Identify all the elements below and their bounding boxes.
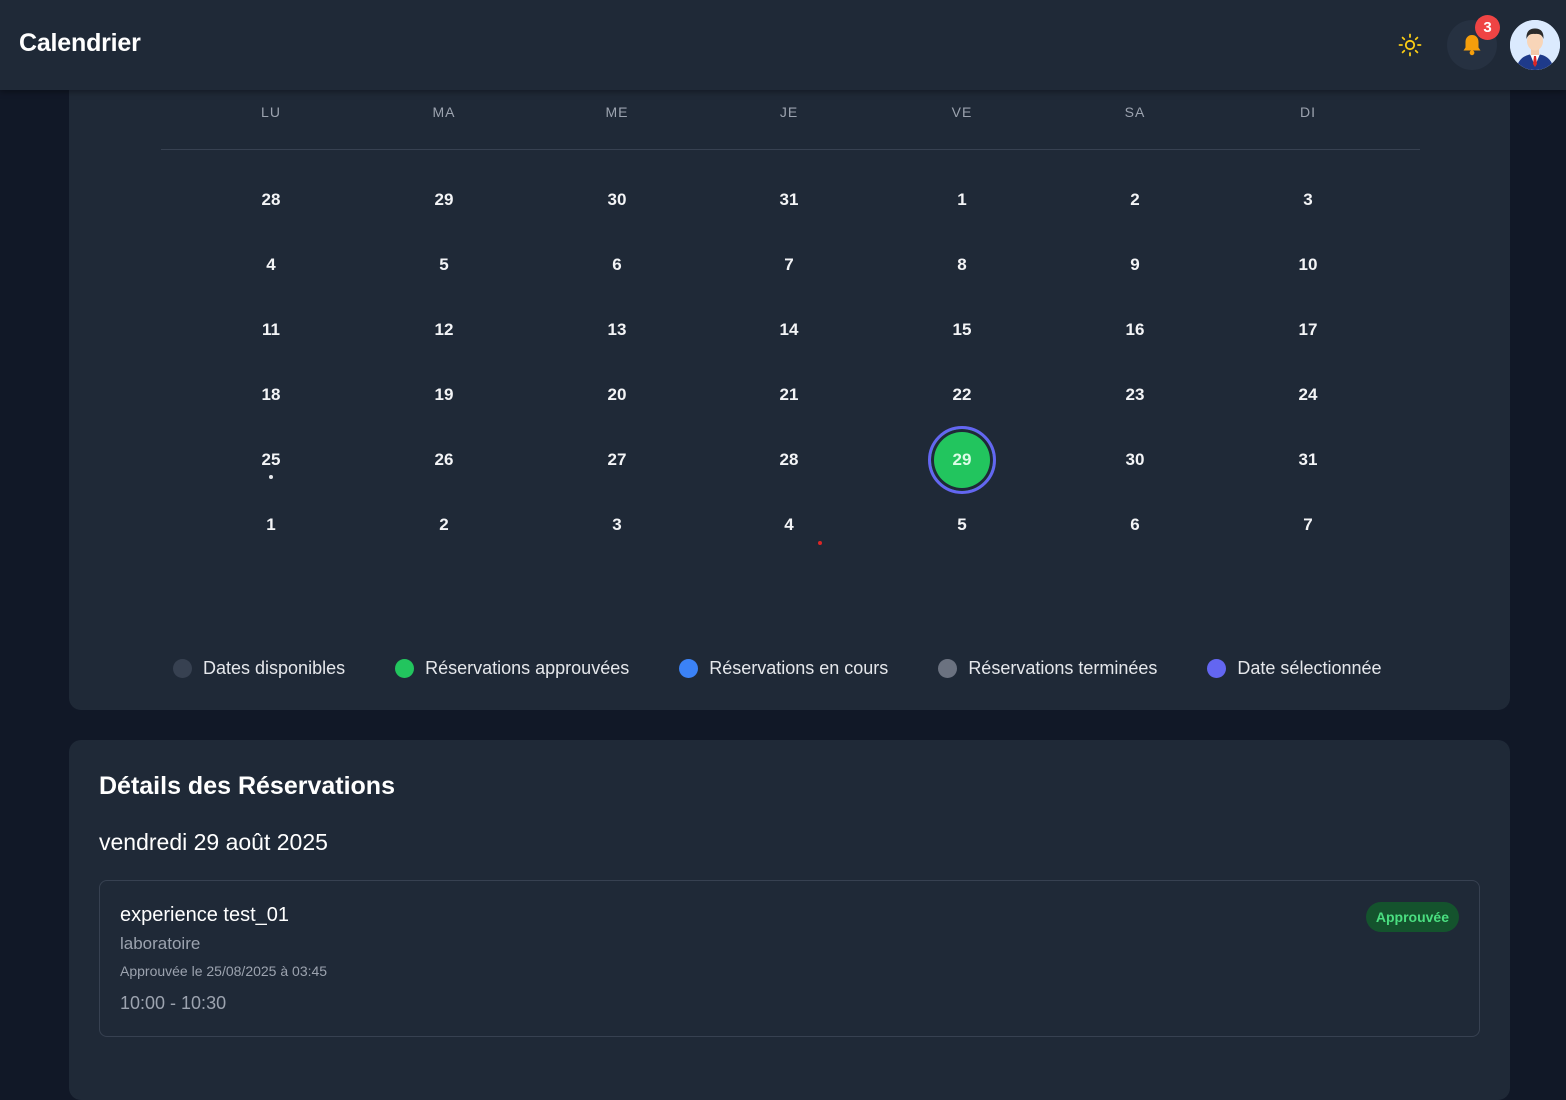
selected-date-heading: vendredi 29 août 2025	[99, 829, 328, 855]
reservation-time: 10:00 - 10:30	[120, 993, 227, 1013]
calendar-day[interactable]: 6	[1105, 495, 1165, 555]
weekday-header: LU MA ME JE VE SA DI	[161, 104, 1420, 122]
calendar-day[interactable]: 5	[932, 495, 992, 555]
calendar-day[interactable]: 3	[1278, 170, 1338, 230]
legend-swatch	[679, 658, 699, 678]
calendar-legend: Dates disponibles Réservations approuvée…	[173, 655, 1382, 681]
weekday-label: LU	[261, 104, 281, 120]
legend-label: Réservations terminées	[968, 657, 1158, 678]
calendar-day[interactable]: 6	[587, 235, 647, 295]
weekday-divider	[161, 149, 1420, 150]
calendar-day[interactable]: 29	[414, 170, 474, 230]
calendar-day[interactable]: 18	[241, 365, 301, 425]
calendar-day[interactable]: 30	[1105, 430, 1165, 490]
calendar-day[interactable]: 7	[759, 235, 819, 295]
user-avatar[interactable]	[1510, 20, 1560, 70]
calendar-day[interactable]: 2	[1105, 170, 1165, 230]
calendar-day[interactable]: 12	[414, 300, 474, 360]
calendar-day[interactable]: 25	[241, 430, 301, 490]
weekday-label: VE	[951, 104, 973, 120]
weekday-label: ME	[605, 104, 629, 120]
calendar-day[interactable]: 16	[1105, 300, 1165, 360]
calendar-day[interactable]: 3	[587, 495, 647, 555]
calendar-day[interactable]: 30	[587, 170, 647, 230]
calendar-day[interactable]: 28	[241, 170, 301, 230]
top-bar: Calendrier 3	[0, 0, 1566, 90]
weekday-label: JE	[779, 104, 799, 120]
calendar-day[interactable]: 26	[414, 430, 474, 490]
calendar-day-selected[interactable]: 29	[928, 426, 996, 494]
calendar-day[interactable]: 5	[414, 235, 474, 295]
calendar-day[interactable]: 27	[587, 430, 647, 490]
calendar-day[interactable]: 31	[759, 170, 819, 230]
weekday-label: SA	[1124, 104, 1146, 120]
calendar-day[interactable]: 31	[1278, 430, 1338, 490]
calendar-day[interactable]: 19	[414, 365, 474, 425]
today-indicator-dot	[269, 475, 273, 479]
legend-swatch	[938, 658, 958, 678]
calendar-day[interactable]: 23	[1105, 365, 1165, 425]
calendar-day[interactable]: 24	[1278, 365, 1338, 425]
theme-toggle-button[interactable]	[1394, 29, 1426, 61]
calendar-day[interactable]: 2	[414, 495, 474, 555]
reservation-name: experience test_01	[120, 904, 290, 926]
legend-label: Réservations approuvées	[425, 657, 630, 678]
calendar-day[interactable]: 8	[932, 235, 992, 295]
legend-swatch	[1207, 658, 1227, 678]
status-badge: Approuvée	[1365, 902, 1459, 932]
legend-swatch	[173, 658, 192, 678]
weekday-label: MA	[432, 104, 456, 120]
legend-item-available: Dates disponibles	[173, 658, 345, 679]
calendar-day[interactable]: 20	[587, 365, 647, 425]
reservation-place: laboratoire	[120, 934, 201, 953]
calendar-day[interactable]: 14	[759, 300, 819, 360]
legend-label: Date sélectionnée	[1237, 657, 1382, 678]
calendar-day[interactable]: 9	[1105, 235, 1165, 295]
calendar-day[interactable]: 1	[932, 170, 992, 230]
calendar-day[interactable]: 4	[759, 495, 819, 555]
calendar-day[interactable]: 15	[932, 300, 992, 360]
legend-swatch	[395, 658, 415, 678]
calendar-day[interactable]: 22	[932, 365, 992, 425]
legend-item-in-progress: Réservations en cours	[679, 658, 888, 679]
legend-label: Dates disponibles	[203, 657, 346, 678]
calendar-day[interactable]: 4	[241, 235, 301, 295]
legend-item-completed: Réservations terminées	[938, 658, 1157, 679]
calendar-day[interactable]: 11	[241, 300, 301, 360]
event-indicator-dot	[818, 541, 822, 545]
legend-item-selected: Date sélectionnée	[1207, 657, 1382, 679]
page-title: Calendrier	[19, 29, 141, 57]
weekday-label: DI	[1300, 104, 1316, 120]
reservation-item[interactable]: experience test_01 laboratoire Approuvée…	[99, 880, 1480, 1037]
calendar-day[interactable]: 21	[759, 365, 819, 425]
calendar-day[interactable]: 10	[1278, 235, 1338, 295]
section-title: Détails des Réservations	[99, 772, 395, 800]
reservation-approval-info: Approuvée le 25/08/2025 à 03:45	[120, 963, 328, 979]
user-avatar-icon	[1510, 20, 1560, 70]
notification-count-badge: 3	[1475, 15, 1500, 40]
calendar-day[interactable]: 28	[759, 430, 819, 490]
calendar-day[interactable]: 17	[1278, 300, 1338, 360]
legend-label: Réservations en cours	[709, 657, 889, 678]
calendar-day[interactable]: 13	[587, 300, 647, 360]
legend-item-approved: Réservations approuvées	[395, 658, 629, 679]
calendar-day[interactable]: 7	[1278, 495, 1338, 555]
sun-icon	[1398, 33, 1422, 57]
calendar-day[interactable]: 1	[241, 495, 301, 555]
